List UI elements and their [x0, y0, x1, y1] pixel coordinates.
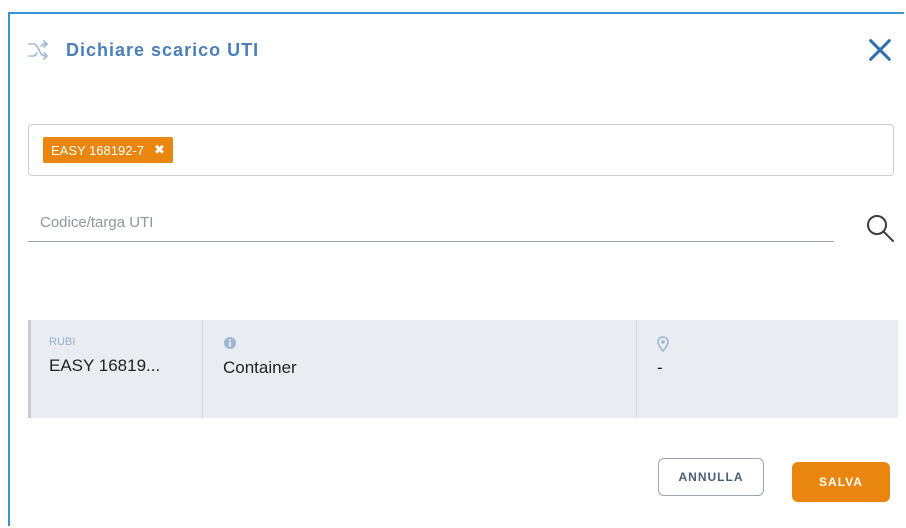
result-type-value: Container [223, 358, 297, 377]
remove-chip-icon[interactable]: ✖ [154, 142, 165, 158]
search-input[interactable] [28, 204, 834, 242]
dialog-title: Dichiare scarico UTI [66, 39, 260, 60]
result-row[interactable]: RUBI EASY 16819... Container - [28, 320, 898, 418]
result-code-cell: RUBI EASY 16819... [28, 320, 202, 418]
save-button[interactable]: SALVA [792, 462, 890, 502]
result-code-label: RUBI [49, 336, 76, 348]
info-icon [223, 336, 618, 352]
search-row [28, 204, 896, 254]
shuffle-icon [28, 40, 48, 60]
close-icon[interactable] [866, 36, 894, 64]
uti-chip: EASY 168192-7 ✖ [43, 137, 173, 163]
cancel-button[interactable]: ANNULLA [658, 458, 764, 496]
result-code-value: EASY 16819... [49, 356, 161, 375]
result-type-cell: Container [202, 320, 636, 418]
result-location-cell: - [636, 320, 898, 418]
dialog-header: Dichiare scarico UTI [26, 30, 894, 70]
selected-uti-field[interactable]: EASY 168192-7 ✖ [28, 124, 894, 176]
dialog: Dichiare scarico UTI EASY 168192-7 ✖ RUB… [8, 12, 904, 526]
location-pin-icon [657, 336, 880, 353]
result-location-value: - [657, 358, 663, 377]
search-icon[interactable] [864, 212, 896, 244]
uti-chip-label: EASY 168192-7 [51, 142, 144, 158]
